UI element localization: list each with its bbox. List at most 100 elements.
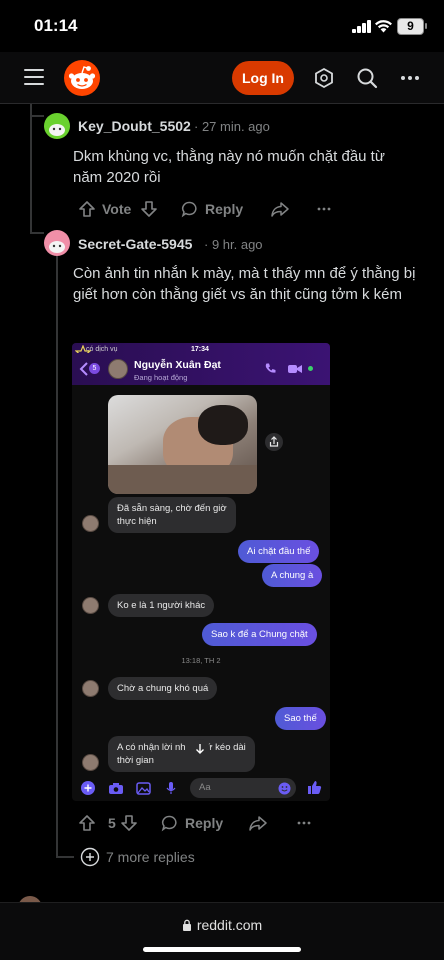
chat-input-bar: Aa (72, 775, 330, 801)
message-text: Sao k để a Chung chặt (211, 629, 308, 640)
app-header: Log In (0, 52, 444, 104)
avatar[interactable] (44, 230, 70, 256)
phone-icon[interactable] (264, 362, 277, 375)
reply-icon (161, 815, 177, 832)
share-button[interactable] (270, 198, 290, 220)
message-text: A chung à (271, 570, 314, 581)
message-text: Ko e là 1 người khác (117, 600, 206, 611)
vote-label: Vote (102, 201, 132, 217)
emoji-icon[interactable] (278, 782, 291, 795)
battery-icon: 9 (397, 18, 427, 35)
message-bubble: Đã sẵn sàng, chờ đến giờ thực hiện (108, 497, 236, 533)
reply-icon (181, 201, 197, 218)
share-icon[interactable] (265, 433, 283, 451)
message-text: Chờ a chung khó quá (117, 683, 209, 694)
gallery-icon[interactable] (136, 782, 151, 795)
comment-username[interactable]: Secret-Gate-5945 (78, 236, 192, 252)
contact-avatar (82, 680, 99, 697)
back-badge: 5 (89, 363, 100, 374)
comment-image[interactable]: có dịch vụ 17:34 5 Nguyễn Xuân Đạt Đang … (72, 343, 330, 801)
video-call-icon[interactable] (287, 363, 303, 375)
reply-label: Reply (205, 201, 244, 217)
downvote-button[interactable] (120, 812, 138, 834)
back-icon[interactable] (79, 362, 89, 376)
message-text: Đã sẵn sàng, chờ đến giờ (117, 503, 227, 514)
comment-body: Dkm khùng vc, thằng này nó muốn chặt đầu… (73, 148, 385, 186)
expand-plus-icon (80, 847, 100, 867)
embed-time: 17:34 (191, 346, 209, 353)
downvote-icon (121, 815, 137, 831)
more-replies-label: 7 more replies (106, 849, 195, 865)
thread-line (56, 856, 74, 858)
message-text: Sao thế (284, 713, 317, 724)
menu-icon[interactable] (24, 68, 44, 86)
cellular-signal-icon (352, 20, 372, 33)
camera-icon[interactable] (108, 782, 124, 795)
contact-name: Nguyễn Xuân Đạt (134, 359, 221, 371)
thumbs-up-icon[interactable] (307, 780, 322, 795)
plus-icon[interactable] (81, 781, 95, 795)
message-bubble: Ko e là 1 người khác (108, 594, 215, 617)
wifi-icon (375, 20, 392, 33)
message-bubble: Sao k để a Chung chặt (202, 623, 317, 646)
message-bubble: A có nhận lời nh cứ kéo dài thời gian (108, 736, 255, 772)
reddit-logo-icon[interactable] (64, 60, 100, 96)
message-bubble: Ai chặt đầu thế (238, 540, 320, 563)
message-text: thời gian (117, 755, 154, 766)
thread-line (30, 232, 44, 234)
upvote-button[interactable]: 5 (78, 812, 116, 834)
search-icon[interactable] (355, 66, 379, 90)
message-input-placeholder: Aa (199, 782, 211, 793)
chat-timestamp: 13:18, TH 2 (181, 656, 221, 665)
more-options-icon (317, 207, 331, 211)
downvote-button[interactable] (140, 198, 158, 220)
url-display[interactable]: reddit.com (0, 917, 444, 933)
status-time: 01:14 (34, 16, 78, 35)
scroll-down-icon[interactable] (190, 739, 210, 759)
message-text: A có nhận lời nh (117, 742, 186, 753)
contact-status: Đang hoạt động (134, 373, 188, 382)
home-indicator (143, 947, 301, 952)
reply-label: Reply (185, 815, 224, 831)
comment-body: Còn ảnh tin nhắn k mày, mà t thấy mn để … (73, 265, 416, 303)
vote-count: 5 (108, 815, 116, 831)
url-text: reddit.com (196, 917, 263, 933)
embed-chat-header: 5 Nguyễn Xuân Đạt Đang hoạt động (72, 353, 330, 385)
microphone-icon[interactable] (166, 781, 176, 795)
login-button[interactable]: Log In (232, 61, 294, 95)
message-text: thực hiện (117, 516, 157, 527)
thread-line (56, 256, 58, 856)
popular-icon[interactable] (312, 66, 336, 90)
comment-more-button[interactable] (316, 198, 332, 220)
lock-icon (182, 919, 191, 931)
upvote-button[interactable]: Vote (78, 198, 131, 220)
share-button[interactable] (248, 812, 268, 834)
comment-more-button[interactable] (296, 812, 312, 834)
more-replies-button[interactable]: 7 more replies (80, 846, 195, 868)
message-input[interactable]: Aa (190, 778, 296, 798)
contact-avatar (82, 515, 99, 532)
thread-line (30, 104, 32, 234)
message-bubble: A chung à (262, 564, 323, 587)
comment-age: · 9 hr. ago (204, 237, 263, 252)
browser-url-bar[interactable]: reddit.com (0, 902, 444, 960)
online-dot (308, 366, 313, 371)
more-options-icon (297, 821, 311, 825)
contact-avatar (82, 754, 99, 771)
comment-username[interactable]: Key_Doubt_5502 (78, 118, 191, 134)
reply-button[interactable]: Reply (181, 198, 243, 220)
reply-button[interactable]: Reply (161, 812, 223, 834)
message-bubble: Chờ a chung khó quá (108, 677, 218, 700)
message-bubble: Sao thế (275, 707, 326, 730)
message-text: Ai chặt đầu thế (247, 546, 311, 557)
photo-message[interactable] (108, 395, 257, 494)
share-icon (271, 202, 289, 217)
avatar[interactable] (44, 113, 70, 139)
thread-line (30, 115, 44, 117)
battery-level: 9 (407, 19, 414, 33)
status-bar: 01:14 9 (0, 0, 444, 52)
upvote-icon (79, 815, 95, 831)
more-options-icon[interactable] (398, 66, 422, 90)
share-icon (249, 816, 267, 831)
comment-age: · 27 min. ago (194, 119, 270, 134)
